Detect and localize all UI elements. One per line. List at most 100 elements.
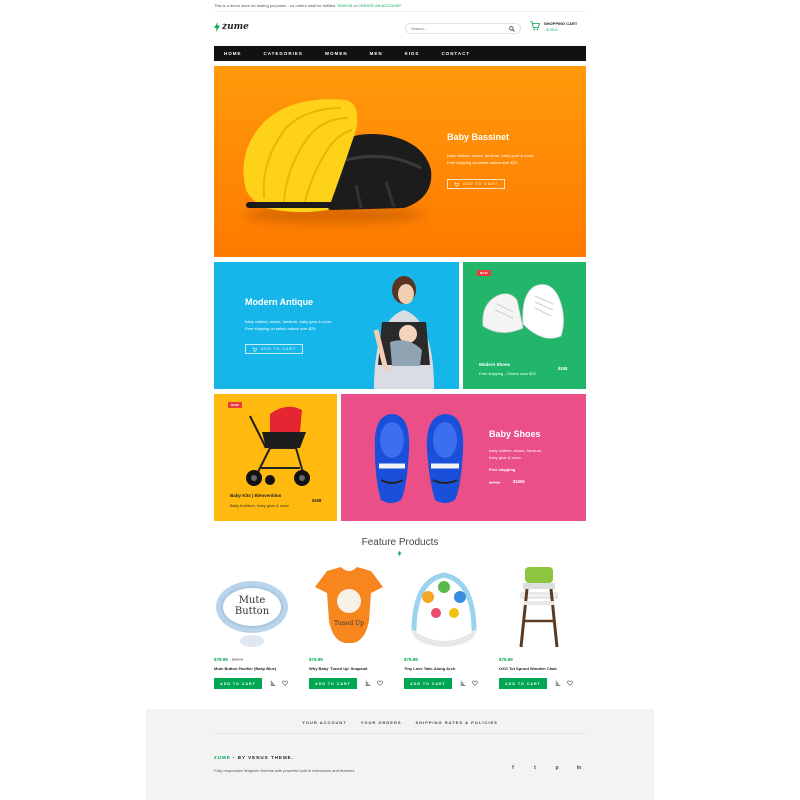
tile-pink-title: Baby Shoes bbox=[489, 429, 541, 439]
compare-icon[interactable] bbox=[555, 680, 561, 686]
social-links: f t p in bbox=[510, 765, 582, 771]
footer-link-shipping[interactable]: SHIPPING RATES & POLICIES bbox=[416, 720, 498, 725]
or-text: or bbox=[353, 3, 357, 8]
hero-desc-2: Free shipping on select orders over $25 bbox=[447, 160, 518, 165]
product-price: $79.99 $99.0 bbox=[214, 657, 243, 662]
product-price: $79.99 bbox=[499, 657, 513, 662]
bolt-icon bbox=[397, 550, 402, 557]
nav-men[interactable]: MEN bbox=[370, 51, 383, 56]
bolt-icon bbox=[214, 22, 220, 32]
tile-yellow-sub: Baby furniture, baby gear & more bbox=[230, 503, 289, 508]
pinterest-icon[interactable]: p bbox=[554, 765, 560, 771]
search-box bbox=[405, 23, 521, 34]
footer-link-account[interactable]: YOUR ACCOUNT bbox=[302, 720, 347, 725]
logo-text: zume bbox=[222, 22, 249, 32]
create-account-link[interactable]: CREATE AN ACCOUNT bbox=[358, 3, 401, 8]
heart-icon[interactable] bbox=[472, 680, 478, 686]
logo[interactable]: zume bbox=[214, 22, 249, 32]
tile-yellow-name: Baby Kits | Bienvenidos bbox=[230, 493, 282, 498]
product-card[interactable]: Mute Button $79.99 $99.0 Mute Button Paci… bbox=[214, 561, 304, 691]
cart-icon bbox=[252, 346, 257, 352]
compare-icon[interactable] bbox=[270, 680, 276, 686]
product-name[interactable]: Mute Button Pacifier (Baby Blue) bbox=[214, 666, 276, 671]
tile-blue-desc-2: Free shipping on select orders over $25 bbox=[245, 326, 316, 331]
hero-banner[interactable]: Baby Bassinet baby clothes, shoes, furni… bbox=[214, 66, 586, 257]
product-card[interactable]: Tuned Up $79.99 Why Baby 'Tuned Up' Snap… bbox=[309, 561, 399, 691]
add-to-cart-button[interactable]: ADD TO CART bbox=[309, 678, 357, 689]
nav-women[interactable]: WOMEN bbox=[325, 51, 348, 56]
product-old-price: $99.0 bbox=[231, 657, 244, 662]
product-name[interactable]: Tiny Love Take-Along Arch bbox=[404, 666, 455, 671]
blue-shoes-image bbox=[374, 414, 464, 503]
tile-baby-kits[interactable]: NEW Baby Kits | Bienvenidos Baby furnitu… bbox=[214, 394, 337, 521]
tile-green-price: $158 bbox=[558, 366, 568, 371]
add-to-cart-button[interactable]: ADD TO CART bbox=[404, 678, 452, 689]
cart-icon bbox=[530, 21, 540, 31]
nav-kids[interactable]: KIDS bbox=[405, 51, 420, 56]
facebook-icon[interactable]: f bbox=[510, 765, 516, 771]
heart-icon[interactable] bbox=[567, 680, 573, 686]
search-input[interactable] bbox=[411, 26, 501, 31]
tile-blue-title: Modern Antique bbox=[245, 297, 314, 307]
add-to-cart-button[interactable]: ADD TO CART bbox=[499, 678, 547, 689]
tile-pink-desc-2: baby gear & more. bbox=[489, 455, 522, 460]
onesie-image[interactable]: Tuned Up bbox=[309, 561, 389, 651]
shopping-cart[interactable]: SHOPPING CART - $ 00.0 bbox=[530, 21, 577, 33]
hero-button-label: ADD TO CART bbox=[463, 182, 499, 186]
product-name[interactable]: OXO Tot Sprout Wooden Chair bbox=[499, 666, 557, 671]
product-card[interactable]: $79.99 OXO Tot Sprout Wooden Chair ADD T… bbox=[499, 561, 589, 691]
baby-arch-image[interactable] bbox=[404, 561, 484, 651]
footer: YOUR ACCOUNT YOUR ORDERS SHIPPING RATES … bbox=[146, 709, 654, 800]
product-price-value: $79.99 bbox=[214, 657, 228, 662]
pacifier-image[interactable]: Mute Button bbox=[214, 561, 294, 651]
compare-icon[interactable] bbox=[460, 680, 466, 686]
hero-add-to-cart-button[interactable]: ADD TO CART bbox=[447, 179, 506, 189]
white-shoes-image bbox=[482, 284, 564, 339]
nav-home[interactable]: HOME bbox=[224, 51, 242, 56]
product-card[interactable]: $79.99 Tiny Love Take-Along Arch ADD TO … bbox=[404, 561, 494, 691]
product-price: $79.99 bbox=[309, 657, 323, 662]
pacifier-label-2: Button bbox=[235, 606, 270, 617]
compare-icon[interactable] bbox=[365, 680, 371, 686]
footer-brand: ZUME - BY VENUS THEME. bbox=[214, 755, 294, 760]
nav-categories[interactable]: CATEGORIES bbox=[264, 51, 303, 56]
product-price: $79.99 bbox=[404, 657, 418, 662]
footer-links: YOUR ACCOUNT YOUR ORDERS SHIPPING RATES … bbox=[146, 720, 654, 725]
heart-icon[interactable] bbox=[282, 680, 288, 686]
main-nav: HOME CATEGORIES WOMEN MEN KIDS CONTACT bbox=[214, 46, 586, 61]
linkedin-icon[interactable]: in bbox=[576, 765, 582, 771]
tile-blue-button-label: ADD TO CART bbox=[261, 347, 297, 351]
top-divider bbox=[214, 11, 586, 12]
product-actions bbox=[270, 680, 288, 686]
tile-pink-price: $1656 bbox=[513, 479, 525, 484]
product-actions bbox=[365, 680, 383, 686]
tile-pink-shipping: Free shipping bbox=[489, 467, 516, 472]
footer-link-orders[interactable]: YOUR ORDERS bbox=[361, 720, 402, 725]
heart-icon[interactable] bbox=[377, 680, 383, 686]
tile-baby-shoes[interactable]: Baby Shoes baby clothes, shoes, furnitur… bbox=[341, 394, 586, 521]
demo-notice-text: This is a demo store for testing purpose… bbox=[214, 3, 337, 8]
footer-description: Fully responsive Magento themes with pow… bbox=[214, 768, 355, 773]
twitter-icon[interactable]: t bbox=[532, 765, 538, 771]
sign-in-link[interactable]: SIGN IN bbox=[337, 3, 352, 8]
tile-modern-shoes[interactable]: NEW Modern Shoes Free shipping - Orders … bbox=[463, 262, 586, 389]
onesie-label: Tuned Up bbox=[334, 620, 364, 627]
tile-pink-old-price: $8786 bbox=[489, 480, 501, 485]
footer-divider bbox=[214, 733, 586, 734]
stroller-image bbox=[246, 406, 310, 486]
search-icon[interactable] bbox=[509, 25, 515, 32]
tile-blue-add-to-cart-button[interactable]: ADD TO CART bbox=[245, 344, 304, 354]
tile-green-name: Modern Shoes bbox=[479, 362, 511, 367]
mother-baby-image bbox=[373, 276, 434, 389]
bassinet-image bbox=[243, 99, 432, 213]
nav-contact[interactable]: CONTACT bbox=[441, 51, 470, 56]
high-chair-image[interactable] bbox=[499, 561, 579, 651]
tile-yellow-price: $158 bbox=[312, 498, 322, 503]
add-to-cart-button[interactable]: ADD TO CART bbox=[214, 678, 262, 689]
product-actions bbox=[460, 680, 478, 686]
featured-title: Feature Products bbox=[361, 537, 439, 548]
pacifier-label-1: Mute bbox=[239, 595, 266, 606]
footer-brand-name: ZUME bbox=[214, 755, 231, 760]
tile-modern-antique[interactable]: Modern Antique baby clothes, shoes, furn… bbox=[214, 262, 459, 389]
product-name[interactable]: Why Baby 'Tuned Up' Snapsuit bbox=[309, 666, 368, 671]
